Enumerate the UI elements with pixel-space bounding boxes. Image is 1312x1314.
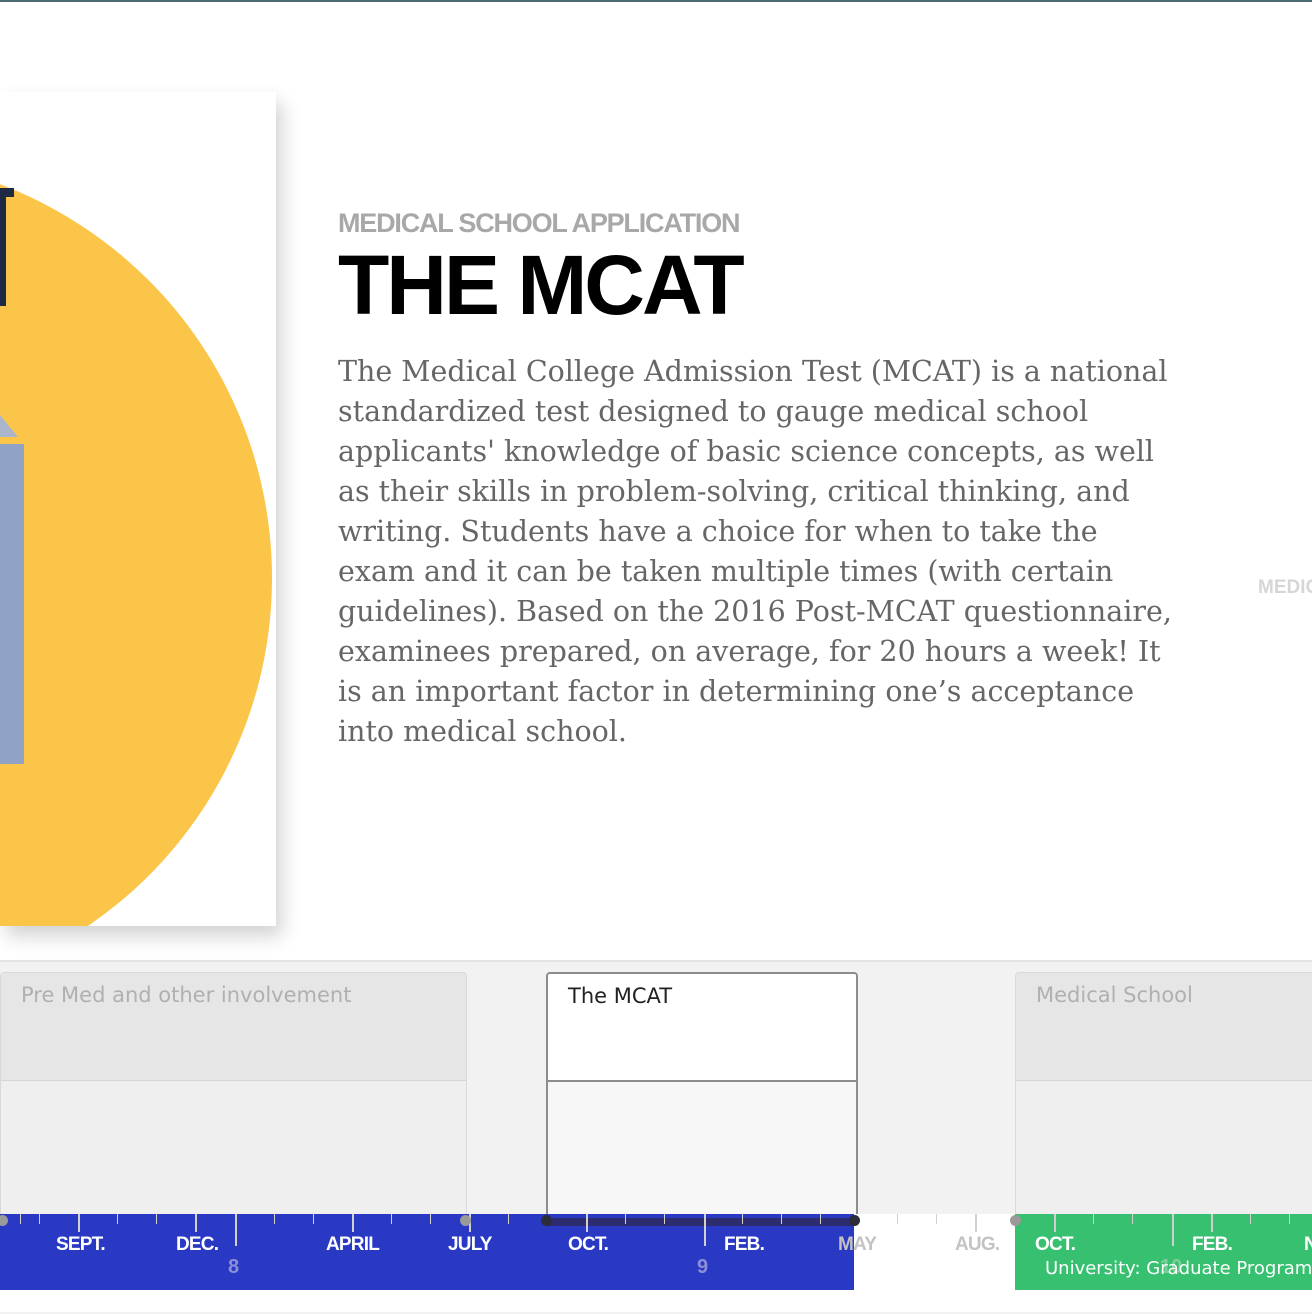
era-label: Medical School <box>1016 973 1312 1081</box>
axis-tick <box>195 1214 197 1232</box>
axis-month-label: SEPT. <box>56 1234 106 1255</box>
axis-tick <box>936 1214 937 1224</box>
era-medical-school[interactable]: Medical School <box>1015 972 1312 1216</box>
illustration-roof <box>0 415 18 437</box>
era-marker-dot <box>1010 1215 1021 1226</box>
axis-tick <box>508 1214 509 1224</box>
axis-tick <box>1250 1214 1251 1224</box>
axis-tick <box>20 1214 21 1224</box>
axis-month-label: APRIL <box>326 1234 380 1255</box>
axis-year-label: 9 <box>697 1256 709 1278</box>
axis-tick <box>274 1214 275 1224</box>
axis-tick <box>586 1214 588 1232</box>
axis-year-label: 8 <box>228 1256 240 1278</box>
axis-tick <box>78 1214 80 1232</box>
axis-tick <box>117 1214 118 1224</box>
axis-tick <box>430 1214 431 1224</box>
axis-tick <box>781 1214 782 1224</box>
axis-tick <box>313 1214 314 1224</box>
axis-tick <box>1132 1214 1133 1224</box>
axis-tick <box>1289 1214 1290 1224</box>
illustration-dark-stem <box>0 188 6 306</box>
axis-tick <box>820 1214 821 1224</box>
axis-tick <box>664 1214 665 1224</box>
axis-tick <box>1093 1214 1094 1224</box>
axis-month-label: FEB. <box>724 1234 765 1255</box>
axis-tick <box>742 1214 743 1224</box>
slide-body-text: The Medical College Admission Test (MCAT… <box>338 355 1172 748</box>
axis-tick <box>975 1214 977 1232</box>
axis-tick <box>352 1214 354 1232</box>
axis-month-label: OCT. <box>1035 1234 1076 1255</box>
slide-headline: THE MCAT <box>338 238 745 332</box>
axis-month-label: OCT. <box>568 1234 609 1255</box>
axis-month-label: N <box>1304 1234 1312 1255</box>
axis-tick <box>391 1214 392 1224</box>
axis-tick <box>625 1214 626 1224</box>
axis-tick <box>39 1214 40 1224</box>
axis-tick <box>156 1214 157 1224</box>
axis-month-label: DEC. <box>176 1234 219 1255</box>
axis-month-label: AUG. <box>955 1234 1000 1255</box>
axis-month-label: FEB. <box>1192 1234 1233 1255</box>
axis-tick <box>1172 1214 1174 1246</box>
top-rule <box>0 0 1312 2</box>
era-label: The MCAT <box>548 974 856 1082</box>
axis-tick <box>897 1214 898 1224</box>
era-label: Pre Med and other involvement <box>1 973 466 1081</box>
axis-tick <box>1211 1214 1213 1232</box>
slide-media-card <box>0 92 276 926</box>
era-mcat[interactable]: The MCAT <box>546 972 858 1218</box>
era-span-label: University: Graduate Program, M <box>1045 1258 1312 1279</box>
slide-eyebrow: MEDICAL SCHOOL APPLICATION <box>338 208 741 238</box>
axis-month-label: JULY <box>448 1234 492 1255</box>
illustration-building <box>0 444 24 764</box>
selected-range-bar <box>546 1218 854 1226</box>
era-marker-dot <box>541 1215 552 1226</box>
era-marker-dot <box>849 1215 860 1226</box>
axis-tick <box>704 1214 706 1246</box>
era-premed[interactable]: Pre Med and other involvement <box>0 972 467 1216</box>
axis-tick <box>1054 1214 1056 1232</box>
axis-tick <box>235 1214 237 1246</box>
axis-month-label: MAY <box>838 1234 877 1255</box>
next-slide-peek[interactable]: MEDICA <box>1258 577 1312 599</box>
time-axis[interactable]: SEPT. DEC. APRIL JULY OCT. FEB. MAY AUG.… <box>0 1214 1312 1312</box>
illustration-circle <box>0 157 272 926</box>
era-marker-dot <box>460 1215 471 1226</box>
